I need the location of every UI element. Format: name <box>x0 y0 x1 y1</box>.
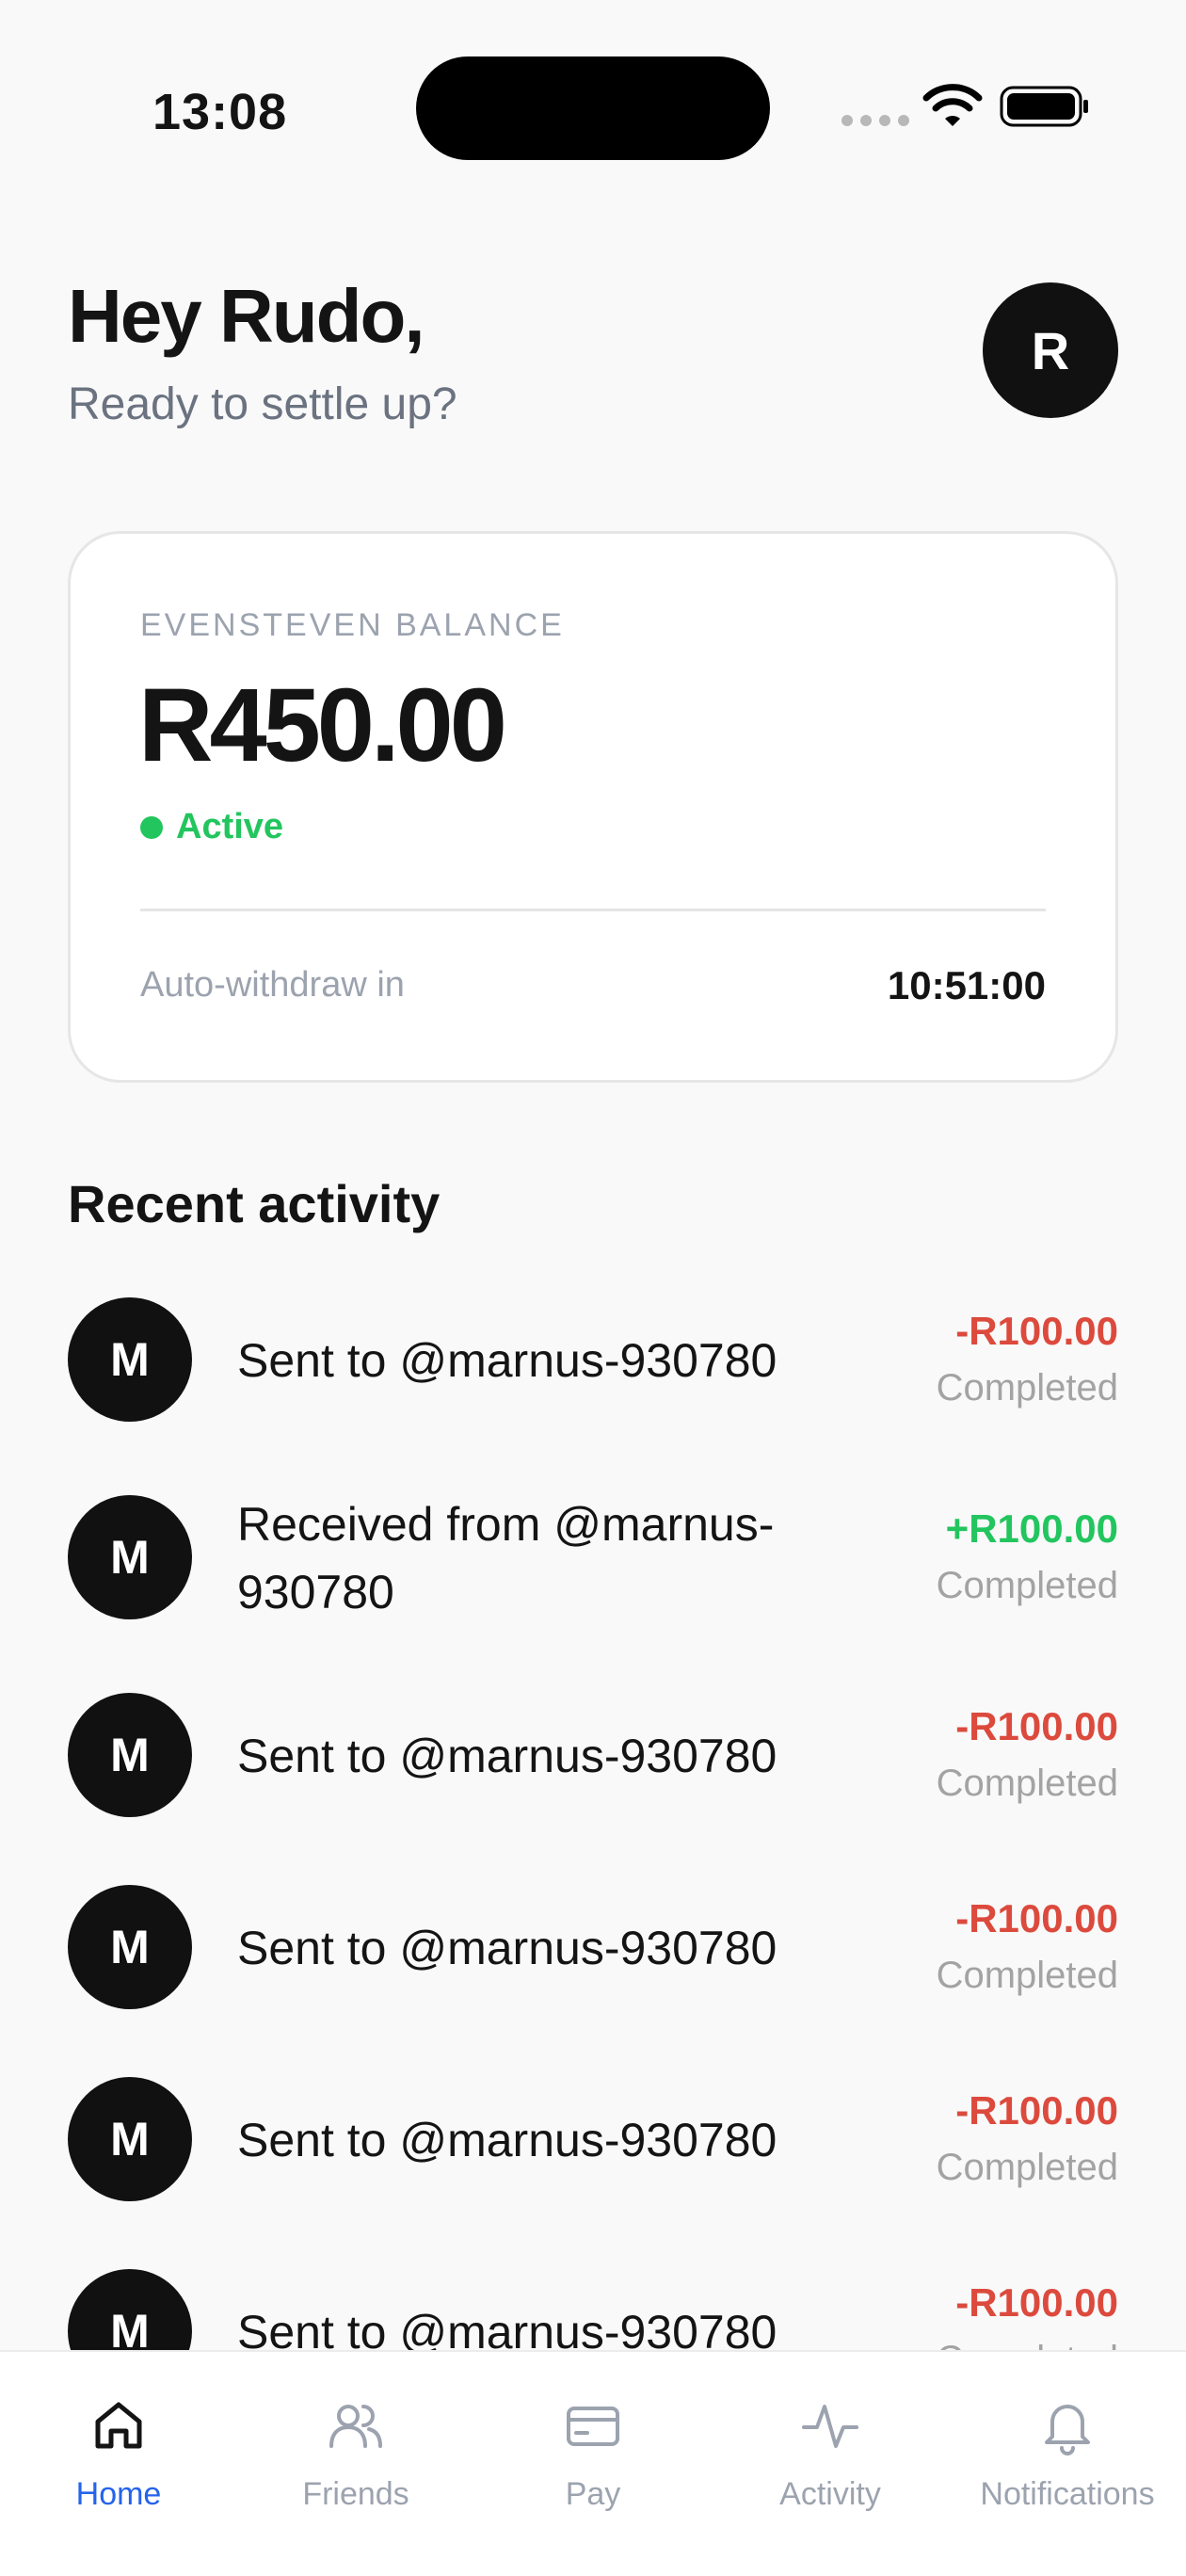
home-icon <box>95 2402 142 2449</box>
activity-description: Sent to @marnus-930780 <box>237 1334 777 1387</box>
status-bar: 13:08 <box>0 0 1186 188</box>
bell-icon <box>1045 2405 1090 2455</box>
tab-friends[interactable]: Friends <box>237 2352 474 2540</box>
tab-notifications[interactable]: Notifications <box>949 2352 1186 2540</box>
avatar: M <box>68 1693 192 1817</box>
avatar: M <box>68 1885 192 2009</box>
balance-card: EVENSTEVEN BALANCE R450.00 Active Auto-w… <box>68 531 1118 1083</box>
avatar: M <box>68 1495 192 1619</box>
avatar: M <box>68 2077 192 2201</box>
greeting-title: Hey Rudo, <box>68 274 425 358</box>
tab-activity[interactable]: Activity <box>712 2352 949 2540</box>
activity-status: Completed <box>937 2339 1118 2350</box>
greeting-subtitle: Ready to settle up? <box>68 379 457 429</box>
tab-friends-label: Friends <box>302 2476 409 2512</box>
auto-withdraw-label: Auto-withdraw in <box>140 965 405 1005</box>
avatar: M <box>68 1297 192 1422</box>
activity-amount: -R100.00 <box>955 1309 1118 1353</box>
balance-status: Active <box>140 807 283 847</box>
activity-status: Completed <box>936 1955 1118 1996</box>
tab-pay-label: Pay <box>565 2476 621 2512</box>
activity-list: M Sent to @marnus-930780 -R100.00 Comple… <box>0 1290 1186 2350</box>
avatar: M <box>68 2269 192 2350</box>
friends-icon <box>329 2405 382 2448</box>
activity-status: Completed <box>936 1565 1118 1606</box>
list-item[interactable]: M Received from @marnus-930780 +R100.00 … <box>0 1488 1186 1648</box>
list-item[interactable]: M Sent to @marnus-930780 -R100.00 Comple… <box>0 1290 1186 1450</box>
profile-avatar[interactable]: R <box>983 282 1118 418</box>
activity-amount: -R100.00 <box>955 1704 1118 1748</box>
activity-amount: +R100.00 <box>945 1506 1118 1551</box>
activity-status: Completed <box>936 1763 1118 1804</box>
tab-home[interactable]: Home <box>0 2352 237 2540</box>
tab-notifications-label: Notifications <box>980 2476 1155 2512</box>
cellular-signal-icon <box>841 115 909 126</box>
list-item[interactable]: M Sent to @marnus-930780 -R100.00 Comple… <box>0 1877 1186 2037</box>
activity-description: Sent to @marnus-930780 <box>237 2306 777 2350</box>
status-dot-icon <box>140 815 163 839</box>
balance-amount: R450.00 <box>138 668 507 783</box>
dynamic-island <box>416 56 770 160</box>
bottom-nav: Home Friends Pay Activity Notifications <box>0 2350 1186 2576</box>
activity-description: Received from @marnus-930780 <box>237 1498 775 1618</box>
card-divider <box>140 909 1046 911</box>
tab-home-label: Home <box>75 2476 162 2512</box>
list-item[interactable]: M Sent to @marnus-930780 -R100.00 Comple… <box>0 1685 1186 1845</box>
auto-withdraw-countdown: 10:51:00 <box>887 963 1046 1007</box>
recent-activity-title: Recent activity <box>68 1174 441 1233</box>
status-text: Active <box>176 807 284 846</box>
activity-description: Sent to @marnus-930780 <box>237 1922 777 1974</box>
activity-status: Completed <box>936 1367 1118 1409</box>
status-time: 13:08 <box>152 84 288 140</box>
activity-amount: -R100.00 <box>955 2088 1118 2133</box>
activity-amount: -R100.00 <box>955 1896 1118 1940</box>
list-item[interactable]: M Sent to @marnus-930780 -R100.00 Comple… <box>0 2069 1186 2230</box>
activity-status: Completed <box>936 2147 1118 2188</box>
card-icon <box>567 2407 619 2446</box>
list-item[interactable]: M Sent to @marnus-930780 -R100.00 Comple… <box>0 2262 1186 2350</box>
balance-label: EVENSTEVEN BALANCE <box>140 607 565 643</box>
wifi-icon <box>922 84 983 126</box>
activity-icon <box>802 2405 858 2448</box>
activity-amount: -R100.00 <box>955 2280 1118 2325</box>
tab-pay[interactable]: Pay <box>474 2352 712 2540</box>
battery-icon <box>1000 86 1088 127</box>
activity-description: Sent to @marnus-930780 <box>237 2114 777 2166</box>
activity-description: Sent to @marnus-930780 <box>237 1730 777 1782</box>
tab-activity-label: Activity <box>779 2476 881 2512</box>
